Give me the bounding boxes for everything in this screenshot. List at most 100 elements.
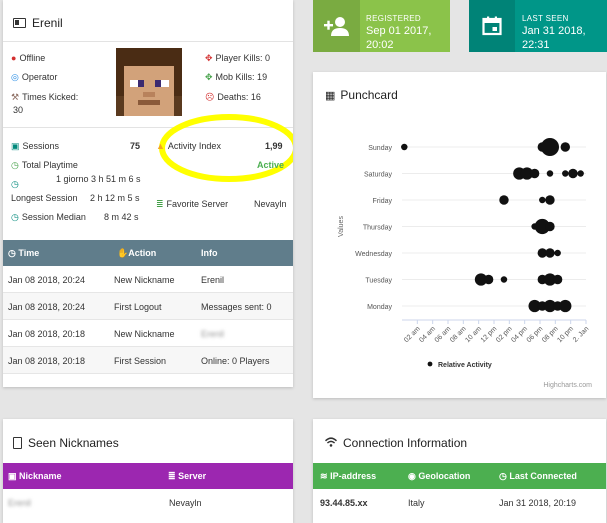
id-badge-icon xyxy=(13,437,22,449)
activity-point xyxy=(529,168,540,179)
connection-info-title: Connection Information xyxy=(324,436,467,450)
x-tick-label: 04 am xyxy=(418,325,437,344)
activity-point xyxy=(568,168,578,179)
calendar-icon xyxy=(469,0,515,52)
favorite-server: ≣ Favorite Server xyxy=(156,199,229,209)
day-label: Thursday xyxy=(363,225,393,232)
total-playtime: ◷ Total Playtime xyxy=(11,160,78,170)
geolocation-column-header[interactable]: ◉ Geolocation xyxy=(408,471,470,482)
last-seen-card: LAST SEEN Jan 31 2018, 22:31 xyxy=(469,0,607,52)
globe-icon: ◉ xyxy=(408,470,416,481)
sessions-value: 75 xyxy=(130,141,141,151)
clock-icon: ◷ xyxy=(11,212,19,222)
favorite-server-value: Nevayln xyxy=(254,199,287,209)
activity-index: ▲ Activity Index xyxy=(156,141,221,151)
player-name: Erenil xyxy=(32,16,63,30)
activity-point xyxy=(545,248,555,258)
action-column-header[interactable]: ✋Action xyxy=(117,248,156,259)
activity-point xyxy=(577,170,584,177)
activity-status: Active xyxy=(257,160,285,170)
status-offline: ● Offline xyxy=(11,53,46,63)
id-badge-icon: ▣ xyxy=(8,470,17,481)
seen-nicknames-card: Seen Nicknames ▣ Nickname ≣ Server Ereni… xyxy=(3,419,293,523)
punchcard-card: ▦ Punchcard Sunday Saturday Friday Thursday… xyxy=(313,72,606,398)
actions-table-header: ◷ Time ✋Action Info xyxy=(3,240,293,266)
activity-point xyxy=(545,221,555,232)
x-tick-label: 08 am xyxy=(449,325,468,344)
connection-info-card: Connection Information ≋ IP-address ◉ Ge… xyxy=(313,419,606,523)
x-tick-label: 02 am xyxy=(403,325,422,344)
y-axis-title: Values xyxy=(338,216,345,237)
activity-point xyxy=(546,170,554,177)
x-tick-label: 2. Jan xyxy=(572,325,591,344)
registered-label: REGISTERED xyxy=(366,14,422,23)
crosshair-icon: ✥ xyxy=(205,72,213,82)
table-row: 93.44.85.xx Italy Jan 31 2018, 20:19 xyxy=(320,498,577,508)
wifi-icon: ≋ xyxy=(320,470,328,481)
clock-icon: ◷ xyxy=(499,470,507,481)
player-card-title: Erenil xyxy=(13,16,63,30)
day-label: Tuesday xyxy=(365,278,392,285)
time-column-header[interactable]: ◷ Time xyxy=(8,248,39,259)
day-label: Monday xyxy=(367,304,392,311)
avatar xyxy=(116,48,182,116)
activity-point xyxy=(545,195,555,205)
table-row: Jan 08 2018, 20:18 First Session Online:… xyxy=(3,347,293,374)
player-kills: ✥ Player Kills: 0 xyxy=(205,53,271,63)
calendar-check-icon: ▣ xyxy=(11,141,20,151)
nickname-column-header[interactable]: ▣ Nickname xyxy=(8,471,62,482)
x-tick-label: 12 pm xyxy=(480,325,499,344)
x-tick-label: 06 pm xyxy=(526,325,545,344)
registered-date: Sep 01 2017, xyxy=(366,25,432,37)
server-column-header[interactable]: ≣ Server xyxy=(168,471,206,482)
activity-point xyxy=(401,143,408,151)
sessions-stat: ▣ Sessions xyxy=(11,141,60,151)
registered-time: 20:02 xyxy=(366,39,394,51)
day-label: Saturday xyxy=(364,172,393,179)
id-card-icon xyxy=(13,18,26,28)
times-kicked-value: 30 xyxy=(13,105,24,115)
activity-point xyxy=(559,299,572,313)
offline-dot-icon: ● xyxy=(11,53,17,63)
session-median-value: 8 m 42 s xyxy=(104,212,139,222)
clock-icon: ◷ xyxy=(8,247,16,258)
ip-column-header[interactable]: ≋ IP-address xyxy=(320,471,376,482)
punchcard-title: ▦ Punchcard xyxy=(325,88,398,102)
table-row: Jan 08 2018, 20:24 New Nickname Erenil xyxy=(3,266,293,293)
last-connected-column-header[interactable]: ◷ Last Connected xyxy=(499,471,577,482)
registered-card: REGISTERED Sep 01 2017, 20:02 xyxy=(313,0,450,52)
day-label: Friday xyxy=(373,198,393,205)
day-label: Sunday xyxy=(368,145,392,152)
table-row: Jan 08 2018, 20:18 New Nickname Erenil xyxy=(3,320,293,347)
connection-table-header: ≋ IP-address ◉ Geolocation ◷ Last Connec… xyxy=(313,463,606,489)
legend-label: Relative Activity xyxy=(438,362,492,369)
last-seen-date: Jan 31 2018, xyxy=(522,25,586,37)
chart-credit: Highcharts.com xyxy=(543,382,592,389)
activity-point xyxy=(554,249,561,257)
clock-icon: ◷ xyxy=(11,179,19,189)
x-tick-label: 10 am xyxy=(464,325,483,344)
last-seen-label: LAST SEEN xyxy=(522,14,569,23)
operator-icon: ◎ xyxy=(11,72,19,82)
grid-icon: ▦ xyxy=(325,89,335,102)
x-tick-label: 06 am xyxy=(434,325,453,344)
activity-point xyxy=(539,196,546,204)
seen-nicknames-title: Seen Nicknames xyxy=(13,436,119,450)
info-column-header[interactable]: Info xyxy=(201,248,218,258)
deaths: ☹ Deaths: 16 xyxy=(205,92,261,102)
x-tick-label: 10 pm xyxy=(556,325,575,344)
server-icon: ≣ xyxy=(156,199,164,209)
activity-point xyxy=(562,170,569,177)
hand-icon: ✋ xyxy=(117,247,129,258)
last-seen-time: 22:31 xyxy=(522,39,550,51)
punchcard-chart: Sunday Saturday Friday Thursday Wednesday Tue… xyxy=(338,137,591,369)
mob-kills: ✥ Mob Kills: 19 xyxy=(205,72,268,82)
wifi-icon xyxy=(324,436,338,450)
player-card: Erenil ● Offline ◎ Operator ⚒ Times Kicked:… xyxy=(3,0,293,387)
fire-icon: ▲ xyxy=(156,141,165,151)
longest-session-value: 2 h 12 m 5 s xyxy=(90,193,140,203)
x-tick-label: 02 pm xyxy=(495,325,514,344)
activity-point xyxy=(500,276,508,283)
nicknames-table-header: ▣ Nickname ≣ Server xyxy=(3,463,293,489)
table-row: Jan 08 2018, 20:24 First Logout Messages… xyxy=(3,293,293,320)
